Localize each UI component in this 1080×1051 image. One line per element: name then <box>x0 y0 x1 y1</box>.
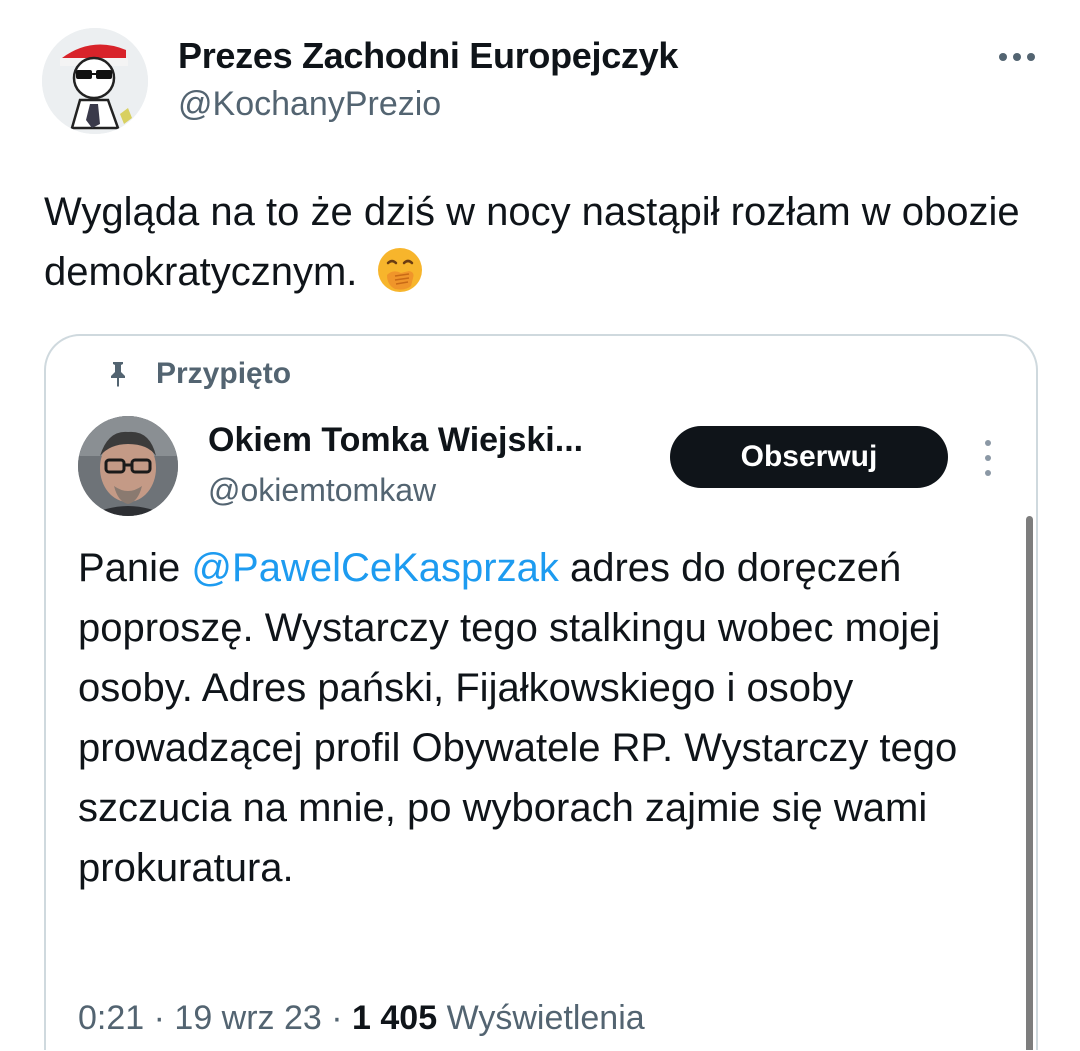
cartoon-avatar-icon <box>42 28 148 134</box>
tweet-metadata: 0:21 · 19 wrz 23 · 1 405 Wyświetlenia <box>78 999 645 1037</box>
tweet-body: Wygląda na to że dziś w nocy nastąpił ro… <box>44 190 1020 294</box>
dot-icon <box>985 440 991 446</box>
quoted-text-start: Panie <box>78 546 192 590</box>
quoted-author-name[interactable]: Okiem Tomka Wiejski... <box>208 418 583 462</box>
mention-link[interactable]: @PawelCeKasprzak <box>191 546 558 590</box>
follow-button[interactable]: Obserwuj <box>670 426 948 488</box>
dot-icon <box>999 53 1007 61</box>
tweet-header: Prezes Zachodni Europejczyk @KochanyPrez… <box>42 28 1042 138</box>
dot-icon <box>1027 53 1035 61</box>
author-info: Prezes Zachodni Europejczyk @KochanyPrez… <box>178 34 678 126</box>
pinned-indicator: Przypięto <box>111 354 292 394</box>
face-with-hand-over-mouth-icon <box>377 248 422 292</box>
scrollbar[interactable] <box>1026 516 1033 1050</box>
quoted-tweet-text: Panie @PawelCeKasprzak adres do doręczeń… <box>78 538 1008 898</box>
quoted-author-info: Okiem Tomka Wiejski... @okiemtomkaw <box>208 418 583 512</box>
tweet-text: Wygląda na to że dziś w nocy nastąpił ro… <box>44 182 1034 302</box>
dot-icon <box>985 455 991 461</box>
author-handle[interactable]: @KochanyPrezio <box>178 82 678 126</box>
views-count: 1 405 <box>352 999 438 1037</box>
tweet-date[interactable]: 19 wrz 23 <box>174 999 321 1037</box>
pinned-label: Przypięto <box>156 357 292 390</box>
quoted-more-options-button[interactable] <box>980 440 996 476</box>
tweet-time[interactable]: 0:21 <box>78 999 144 1037</box>
more-options-button[interactable] <box>992 42 1042 72</box>
profile-photo-icon <box>78 416 178 516</box>
author-avatar[interactable] <box>42 28 148 134</box>
quoted-text-rest: adres do doręczeń poproszę. Wystarczy te… <box>78 546 958 890</box>
quoted-author-avatar[interactable] <box>78 416 178 516</box>
quoted-tweet[interactable]: Przypięto Okiem Tomka Wiejski... @okiemt… <box>44 334 1038 1050</box>
author-name[interactable]: Prezes Zachodni Europejczyk <box>178 34 678 78</box>
views-label: Wyświetlenia <box>446 999 645 1037</box>
pin-icon <box>111 362 125 387</box>
dot-icon <box>1013 53 1021 61</box>
dot-icon <box>985 470 991 476</box>
quoted-author-handle[interactable]: @okiemtomkaw <box>208 468 583 512</box>
